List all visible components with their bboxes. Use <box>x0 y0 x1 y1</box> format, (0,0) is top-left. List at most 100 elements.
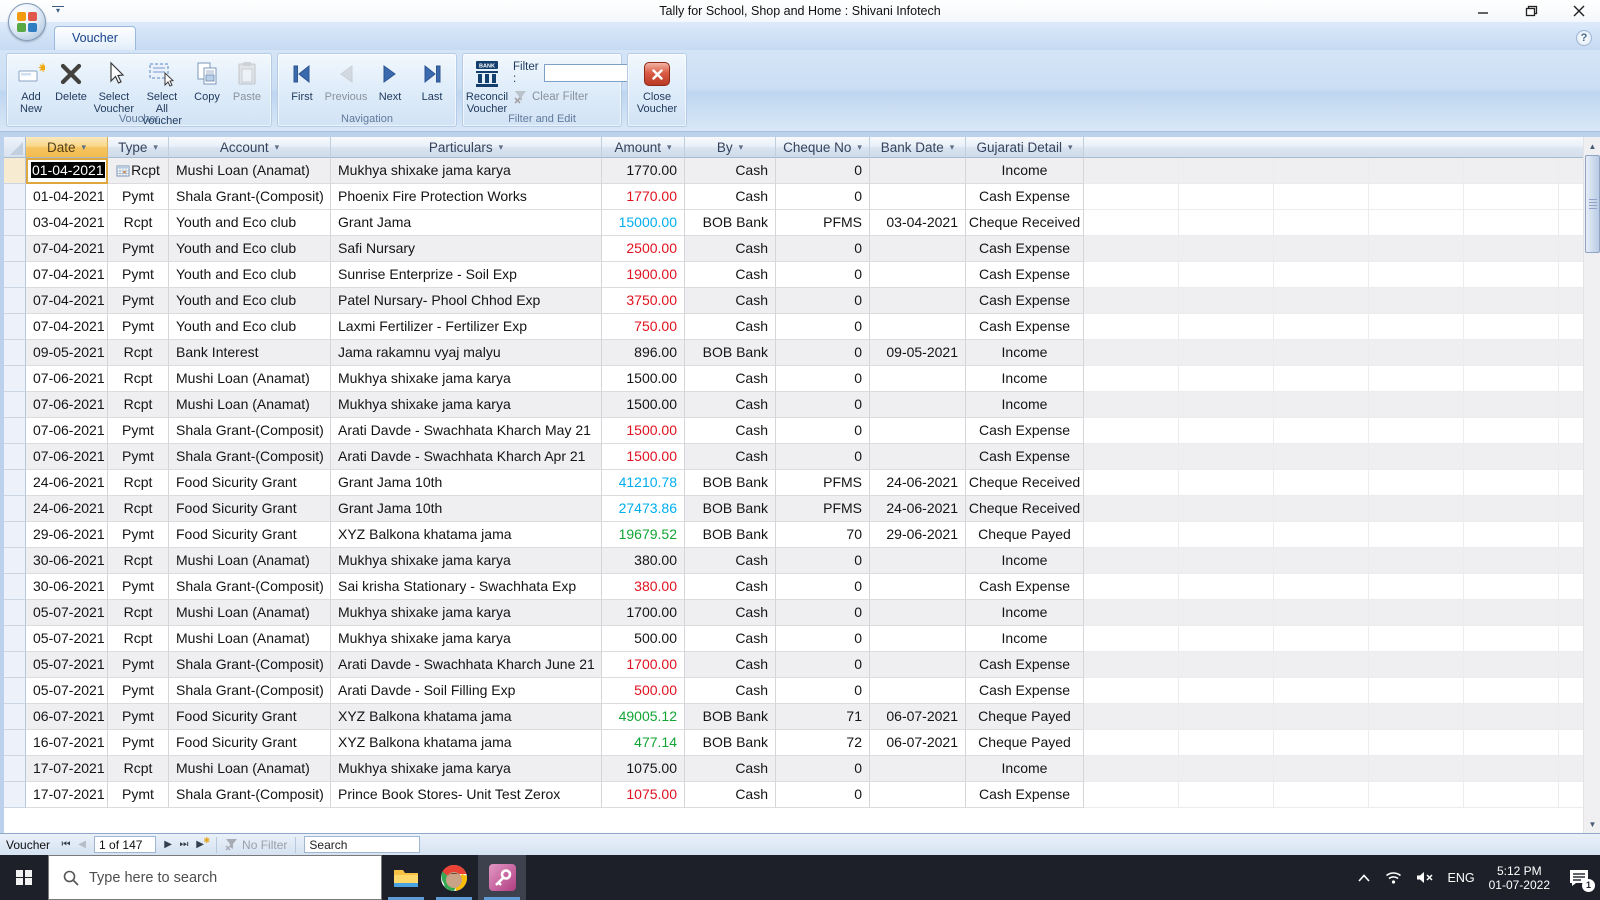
record-selector[interactable] <box>4 548 26 574</box>
office-button[interactable] <box>8 3 46 41</box>
record-selector[interactable] <box>4 652 26 678</box>
cell-gujarati-detail[interactable]: Cash Expense <box>966 262 1084 288</box>
cell-cheque-no[interactable]: 0 <box>776 340 870 366</box>
cell-date[interactable]: 17-07-2021 <box>26 756 108 782</box>
cell-amount[interactable]: 1500.00 <box>602 366 685 392</box>
cell-gujarati-detail[interactable]: Cheque Received <box>966 496 1084 522</box>
cell-date[interactable]: 30-06-2021 <box>26 548 108 574</box>
cell-gujarati-detail[interactable]: Cash Expense <box>966 418 1084 444</box>
cell-amount[interactable]: 380.00 <box>602 574 685 600</box>
cell-gujarati-detail[interactable]: Cheque Payed <box>966 730 1084 756</box>
tray-chevron-icon[interactable] <box>1357 873 1371 883</box>
cell-by[interactable]: BOB Bank <box>685 704 776 730</box>
record-search-input[interactable]: Search <box>304 836 421 853</box>
next-record-button[interactable]: Next <box>370 57 410 103</box>
record-selector[interactable] <box>4 392 26 418</box>
cell-by[interactable]: Cash <box>685 184 776 210</box>
column-header-type[interactable]: Type ▾ <box>108 137 169 158</box>
cell-date[interactable]: 16-07-2021 <box>26 730 108 756</box>
cell-cheque-no[interactable]: 72 <box>776 730 870 756</box>
cell-type[interactable]: Rcpt <box>108 548 169 574</box>
cell-cheque-no[interactable]: 71 <box>776 704 870 730</box>
cell-cheque-no[interactable]: 0 <box>776 236 870 262</box>
filter-status[interactable]: No Filter <box>225 838 287 852</box>
cell-account[interactable]: Shala Grant-(Composit) <box>169 574 331 600</box>
record-selector[interactable] <box>4 678 26 704</box>
cell-type[interactable]: Pymt <box>108 704 169 730</box>
cell-amount[interactable]: 500.00 <box>602 626 685 652</box>
cell-date[interactable]: 01-04-2021 <box>26 158 108 184</box>
column-filter-dropdown-icon[interactable]: ▾ <box>499 142 504 153</box>
cell-by[interactable]: Cash <box>685 418 776 444</box>
cell-account[interactable]: Shala Grant-(Composit) <box>169 184 331 210</box>
cell-account[interactable]: Mushi Loan (Anamat) <box>169 756 331 782</box>
cell-type[interactable]: Pymt <box>108 184 169 210</box>
reconcile-voucher-button[interactable]: BANK Reconcil Voucher <box>466 57 508 115</box>
cell-gujarati-detail[interactable]: Cash Expense <box>966 288 1084 314</box>
cell-particulars[interactable]: Mukhya shixake jama karya <box>331 626 602 652</box>
cell-account[interactable]: Shala Grant-(Composit) <box>169 418 331 444</box>
cell-gujarati-detail[interactable]: Income <box>966 626 1084 652</box>
cell-amount[interactable]: 896.00 <box>602 340 685 366</box>
cell-cheque-no[interactable]: 0 <box>776 444 870 470</box>
cell-particulars[interactable]: Arati Davde - Swachhata Kharch Apr 21 <box>331 444 602 470</box>
cell-account[interactable]: Food Sicurity Grant <box>169 470 331 496</box>
vertical-scrollbar[interactable]: ▲ ▼ <box>1583 137 1600 833</box>
cell-bank-date[interactable] <box>870 678 966 704</box>
cell-gujarati-detail[interactable]: Income <box>966 366 1084 392</box>
cell-particulars[interactable]: Phoenix Fire Protection Works <box>331 184 602 210</box>
cell-amount[interactable]: 380.00 <box>602 548 685 574</box>
cell-date[interactable]: 07-04-2021 <box>26 236 108 262</box>
cell-date[interactable]: 30-06-2021 <box>26 574 108 600</box>
cell-type[interactable]: Pymt <box>108 236 169 262</box>
cell-date[interactable]: 07-04-2021 <box>26 262 108 288</box>
cell-bank-date[interactable] <box>870 626 966 652</box>
cell-gujarati-detail[interactable]: Cheque Received <box>966 210 1084 236</box>
cell-bank-date[interactable] <box>870 366 966 392</box>
cell-date[interactable]: 07-06-2021 <box>26 444 108 470</box>
record-selector[interactable] <box>4 184 26 210</box>
cell-gujarati-detail[interactable]: Cash Expense <box>966 678 1084 704</box>
cell-cheque-no[interactable]: 0 <box>776 782 870 808</box>
cell-particulars[interactable]: Mukhya shixake jama karya <box>331 548 602 574</box>
cell-gujarati-detail[interactable]: Cash Expense <box>966 236 1084 262</box>
cell-date[interactable]: 17-07-2021 <box>26 782 108 808</box>
cell-cheque-no[interactable]: PFMS <box>776 470 870 496</box>
minimize-button[interactable] <box>1472 1 1494 21</box>
cell-by[interactable]: Cash <box>685 262 776 288</box>
cell-date[interactable]: 07-04-2021 <box>26 314 108 340</box>
cell-particulars[interactable]: Patel Nursary- Phool Chhod Exp <box>331 288 602 314</box>
cell-cheque-no[interactable]: 0 <box>776 626 870 652</box>
cell-date[interactable]: 07-04-2021 <box>26 288 108 314</box>
cell-bank-date[interactable] <box>870 652 966 678</box>
column-filter-dropdown-icon[interactable]: ▾ <box>950 142 955 153</box>
nav-last-icon[interactable]: ⏭ <box>176 839 192 850</box>
cell-date[interactable]: 07-06-2021 <box>26 366 108 392</box>
cell-particulars[interactable]: Jama rakamnu vyaj malyu <box>331 340 602 366</box>
cell-particulars[interactable]: Mukhya shixake jama karya <box>331 756 602 782</box>
cell-amount[interactable]: 49005.12 <box>602 704 685 730</box>
cell-amount[interactable]: 1500.00 <box>602 444 685 470</box>
cell-amount[interactable]: 2500.00 <box>602 236 685 262</box>
cell-amount[interactable]: 750.00 <box>602 314 685 340</box>
column-header-account[interactable]: Account ▾ <box>169 137 331 158</box>
column-header-date[interactable]: Date ▾ <box>26 137 108 158</box>
cell-particulars[interactable]: Laxmi Fertilizer - Fertilizer Exp <box>331 314 602 340</box>
cell-bank-date[interactable] <box>870 262 966 288</box>
cell-particulars[interactable]: Mukhya shixake jama karya <box>331 392 602 418</box>
select-voucher-button[interactable]: Select Voucher <box>91 57 137 115</box>
cell-by[interactable]: BOB Bank <box>685 210 776 236</box>
cell-amount[interactable]: 500.00 <box>602 678 685 704</box>
cell-account[interactable]: Shala Grant-(Composit) <box>169 782 331 808</box>
cell-type[interactable]: Pymt <box>108 288 169 314</box>
column-filter-dropdown-icon[interactable]: ▾ <box>1068 142 1073 153</box>
cell-by[interactable]: Cash <box>685 366 776 392</box>
cell-by[interactable]: Cash <box>685 158 776 184</box>
cell-account[interactable]: Food Sicurity Grant <box>169 522 331 548</box>
cell-amount[interactable]: 1900.00 <box>602 262 685 288</box>
cell-account[interactable]: Bank Interest <box>169 340 331 366</box>
cell-bank-date[interactable] <box>870 184 966 210</box>
cell-cheque-no[interactable]: PFMS <box>776 210 870 236</box>
language-indicator[interactable]: ENG <box>1448 871 1475 885</box>
cell-cheque-no[interactable]: 0 <box>776 418 870 444</box>
